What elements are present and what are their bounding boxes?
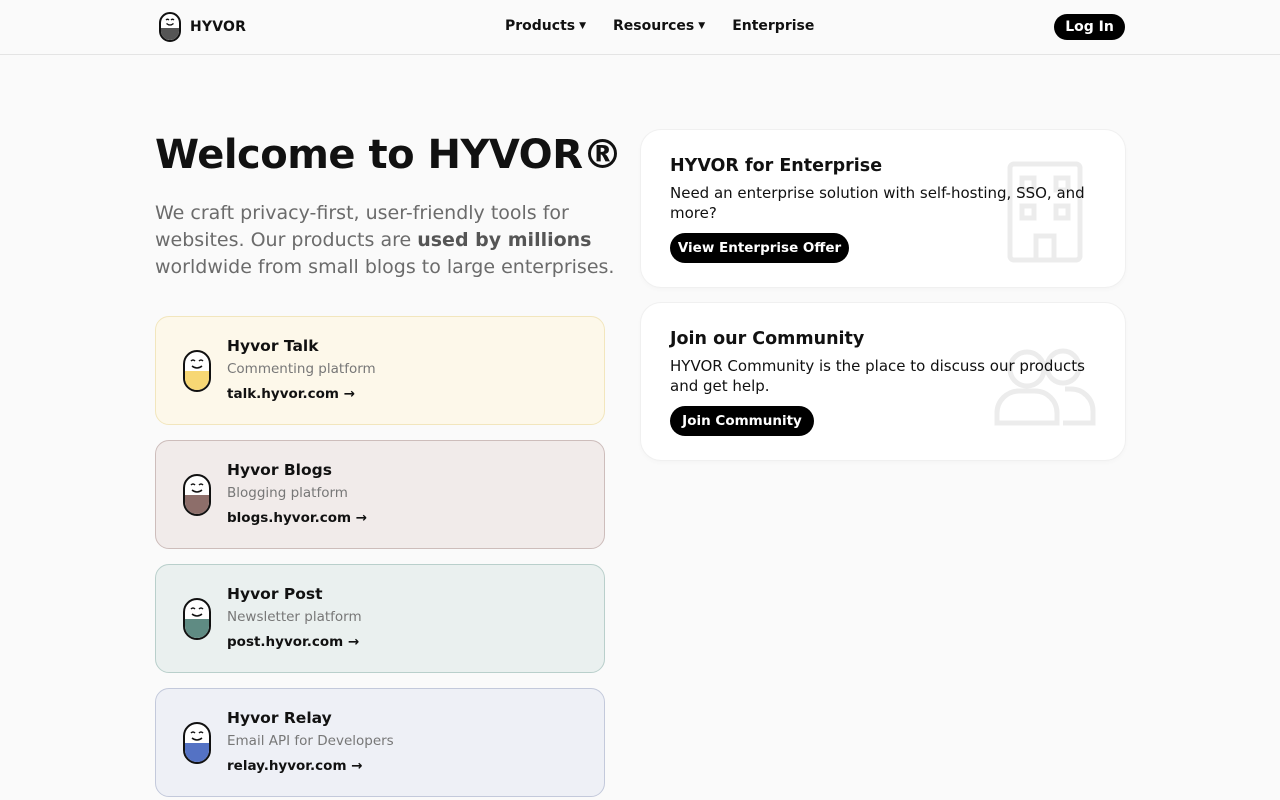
enterprise-title: HYVOR for Enterprise [670, 156, 883, 176]
community-card: Join our Community HYVOR Community is th… [641, 303, 1125, 460]
main-nav: Products ▼ Resources ▼ Enterprise [505, 18, 841, 34]
product-link[interactable]: talk.hyvor.com → [227, 386, 355, 402]
top-navbar: HYVOR Products ▼ Resources ▼ Enterprise … [0, 0, 1280, 55]
product-name: Hyvor Post [227, 585, 323, 603]
page-title: Welcome to HYVOR® [155, 132, 623, 178]
product-name: Hyvor Talk [227, 337, 319, 355]
product-card-relay[interactable]: Hyvor Relay Email API for Developers rel… [155, 688, 605, 797]
product-description: Blogging platform [227, 485, 348, 501]
product-link[interactable]: post.hyvor.com → [227, 634, 359, 650]
view-enterprise-offer-button[interactable]: View Enterprise Offer [670, 233, 849, 263]
product-name: Hyvor Blogs [227, 461, 332, 479]
login-button[interactable]: Log In [1054, 14, 1125, 40]
nav-enterprise[interactable]: Enterprise [732, 18, 814, 34]
caret-down-icon: ▼ [579, 21, 587, 31]
product-description: Email API for Developers [227, 733, 394, 749]
nav-resources[interactable]: Resources ▼ [613, 18, 705, 34]
nav-enterprise-label: Enterprise [732, 18, 815, 34]
logo[interactable]: HYVOR [158, 11, 246, 43]
community-text: HYVOR Community is the place to discuss … [670, 357, 1085, 395]
logo-text: HYVOR [190, 19, 247, 35]
hyvor-blogs-icon [183, 474, 211, 516]
product-description: Commenting platform [227, 361, 376, 377]
product-card-talk[interactable]: Hyvor Talk Commenting platform talk.hyvo… [155, 316, 605, 425]
product-name: Hyvor Relay [227, 709, 332, 727]
hero-subtitle-part2: worldwide from small blogs to large ente… [155, 256, 615, 278]
enterprise-card: HYVOR for Enterprise Need an enterprise … [641, 130, 1125, 287]
nav-products-label: Products [505, 18, 576, 34]
caret-down-icon: ▼ [698, 21, 706, 31]
hyvor-talk-icon [183, 350, 211, 392]
hyvor-relay-icon [183, 722, 211, 764]
product-description: Newsletter platform [227, 609, 362, 625]
hyvor-post-icon [183, 598, 211, 640]
hyvor-logo-icon [159, 12, 181, 42]
community-title: Join our Community [670, 329, 865, 349]
product-card-blogs[interactable]: Hyvor Blogs Blogging platform blogs.hyvo… [155, 440, 605, 549]
product-link[interactable]: relay.hyvor.com → [227, 758, 363, 774]
nav-resources-label: Resources [613, 18, 695, 34]
hero-subtitle: We craft privacy-first, user-friendly to… [155, 200, 625, 281]
product-link[interactable]: blogs.hyvor.com → [227, 510, 367, 526]
enterprise-text: Need an enterprise solution with self-ho… [670, 184, 1085, 222]
join-community-button[interactable]: Join Community [670, 406, 814, 436]
product-card-post[interactable]: Hyvor Post Newsletter platform post.hyvo… [155, 564, 605, 673]
nav-products[interactable]: Products ▼ [505, 18, 586, 34]
hero-subtitle-highlight: used by millions [417, 229, 592, 251]
